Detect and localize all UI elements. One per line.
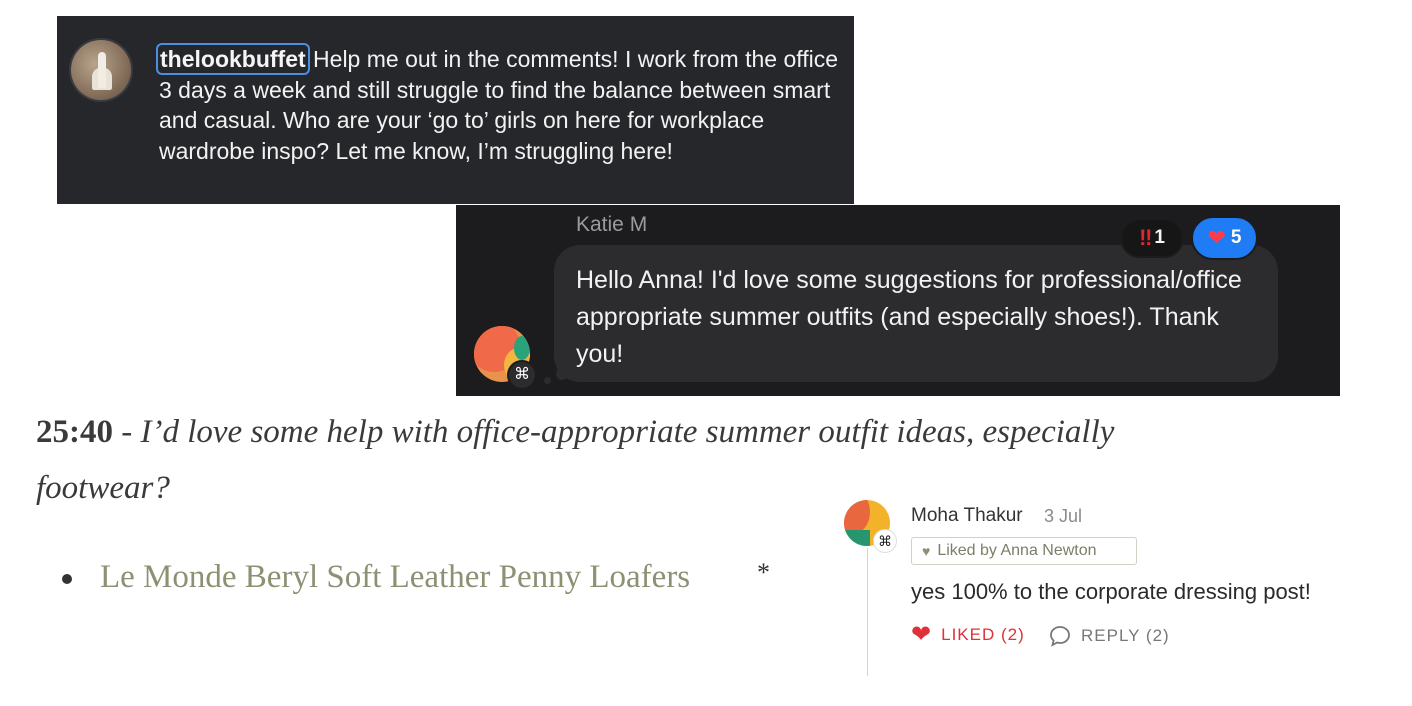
thread-line <box>867 548 868 676</box>
bubble-tail-small <box>544 377 551 384</box>
caption-text: thelookbuffet Help me out in the comment… <box>156 43 839 166</box>
heart-icon: ❤ <box>1207 225 1226 250</box>
reply-label: REPLY (2) <box>1081 626 1170 645</box>
avatar-shape-green <box>844 530 870 546</box>
avatar[interactable] <box>71 40 131 100</box>
liked-by-badge: ♥ Liked by Anna Newton <box>911 537 1137 565</box>
product-link[interactable]: Le Monde Beryl Soft Leather Penny Loafer… <box>100 559 690 596</box>
separator: - <box>113 414 141 450</box>
heart-icon: ♥ <box>922 543 931 559</box>
reply-button[interactable]: REPLY (2) <box>1049 625 1170 647</box>
question-text: I’d love some help with office-appropria… <box>36 414 1115 506</box>
comment-body: yes 100% to the corporate dressing post! <box>911 579 1311 604</box>
liked-by-text: Liked by Anna Newton <box>937 542 1097 559</box>
command-icon: ⌘ <box>509 362 535 388</box>
message-text: Hello Anna! I'd love some suggestions fo… <box>576 266 1242 368</box>
avatar-shape-red <box>844 500 870 534</box>
message-bubble[interactable]: Hello Anna! I'd love some suggestions fo… <box>554 245 1278 382</box>
double-exclamation-icon: ‼ <box>1139 225 1152 250</box>
bullet-point <box>62 574 72 584</box>
reaction-exclamation[interactable]: ‼ 1 <box>1120 218 1184 258</box>
chat-message-card: Katie M Hello Anna! I'd love some sugges… <box>456 205 1340 396</box>
reaction-count: 5 <box>1230 227 1242 248</box>
question-paragraph: 25:40 - I’d love some help with office-a… <box>36 404 1196 516</box>
affiliate-asterisk: * <box>757 558 770 587</box>
command-icon: ⌘ <box>874 530 896 552</box>
reaction-heart[interactable]: ❤ 5 <box>1191 216 1258 260</box>
avatar-shape-green <box>514 336 530 360</box>
heart-icon: ❤ <box>911 621 933 648</box>
like-label: LIKED (2) <box>941 625 1025 644</box>
username-link[interactable]: thelookbuffet <box>156 43 310 75</box>
speech-bubble-icon <box>1050 626 1070 647</box>
timestamp: 25:40 <box>36 414 113 450</box>
instagram-caption-card: thelookbuffet Help me out in the comment… <box>57 16 854 204</box>
avatar-figure <box>98 52 106 88</box>
reaction-count: 1 <box>1154 227 1165 248</box>
comment-date[interactable]: 3 Jul <box>1044 506 1082 527</box>
bubble-tail <box>556 368 568 380</box>
like-button[interactable]: ❤ LIKED (2) <box>911 621 1025 648</box>
sender-name: Katie M <box>576 213 648 236</box>
commenter-name[interactable]: Moha Thakur <box>911 505 1023 527</box>
